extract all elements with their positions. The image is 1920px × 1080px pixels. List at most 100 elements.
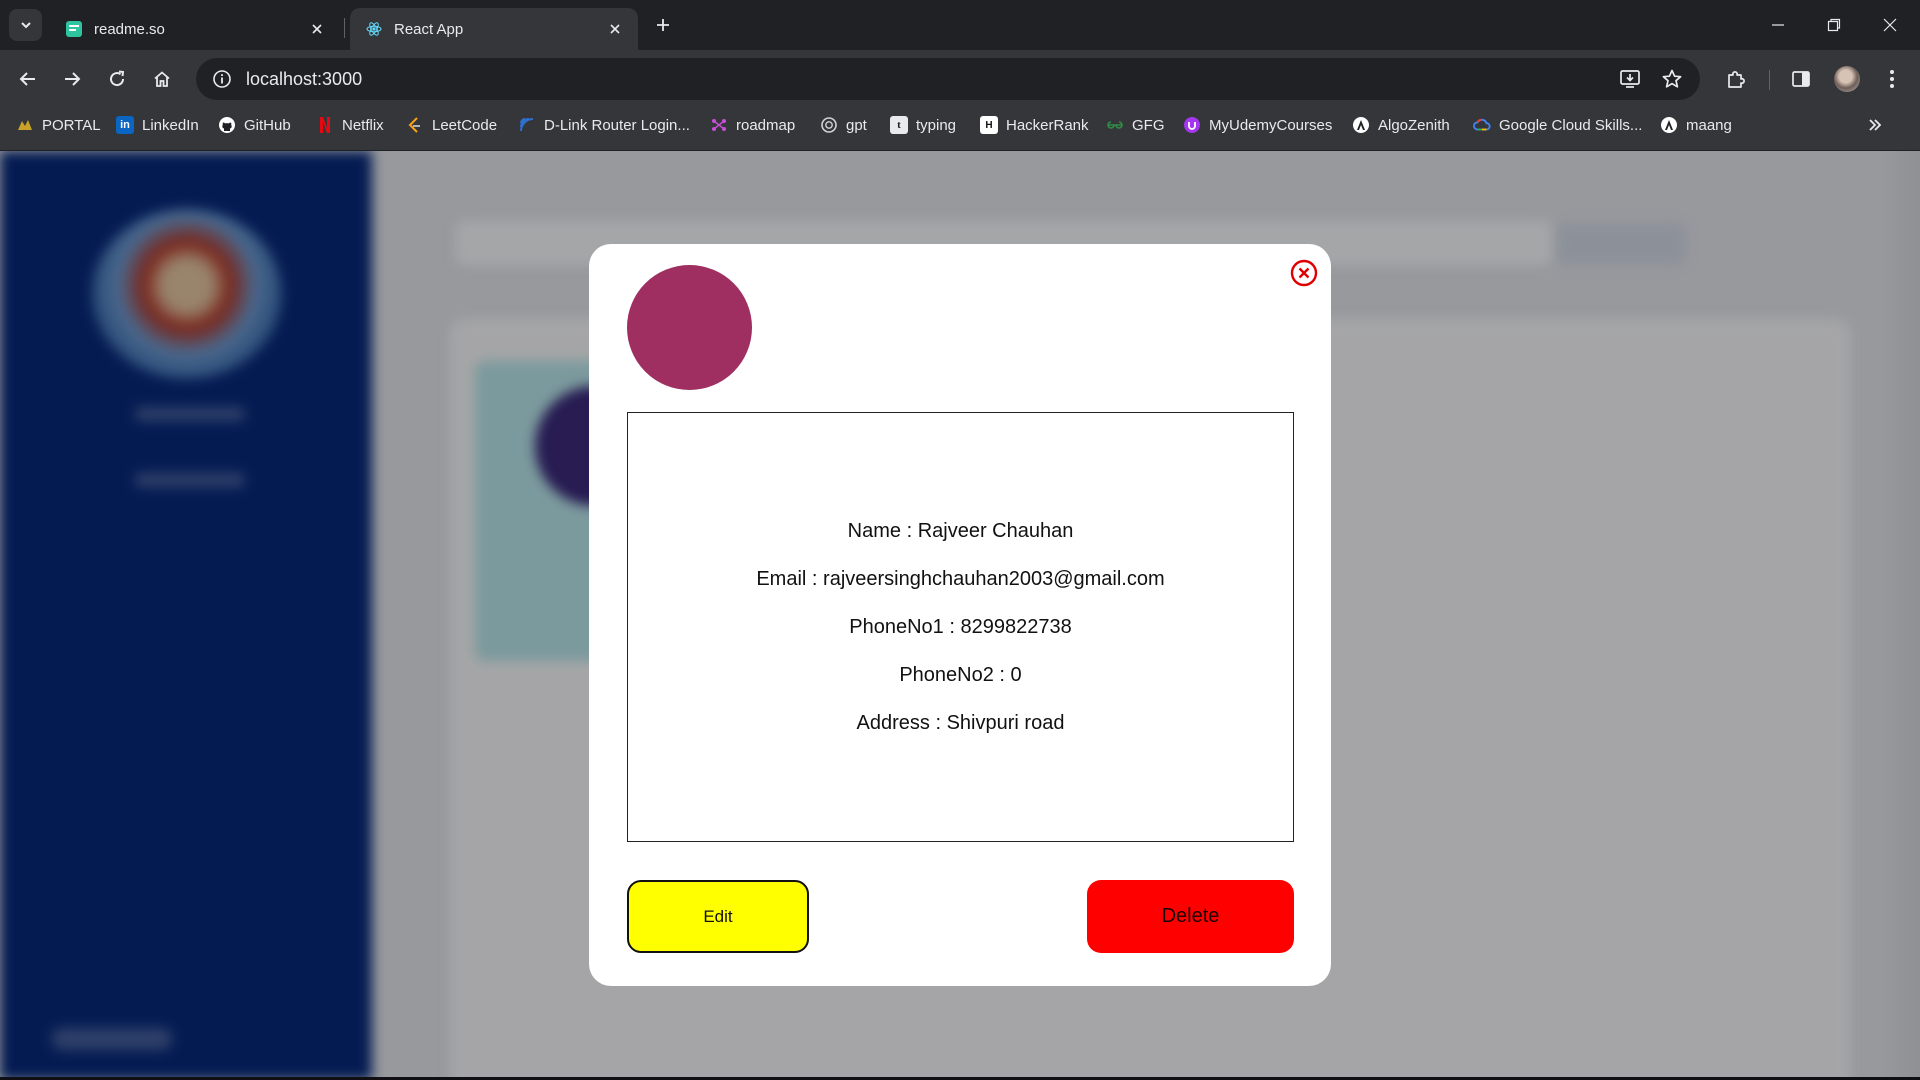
star-icon: [1662, 69, 1682, 88]
delete-button[interactable]: Delete: [1087, 880, 1294, 953]
hackerrank-icon: H: [980, 116, 998, 134]
toolbar-separator: [1769, 70, 1770, 90]
portal-icon: [16, 116, 34, 134]
reload-button[interactable]: [99, 61, 135, 97]
bookmark-label: typing: [916, 116, 957, 134]
bookmark-label: gpt: [846, 116, 867, 134]
site-info-button[interactable]: [202, 58, 242, 100]
bookmark-github[interactable]: GitHub: [218, 108, 291, 142]
netflix-icon: [316, 116, 334, 134]
more-bookmarks-button[interactable]: [1862, 112, 1888, 138]
bookmark-udemy[interactable]: MyUdemyCourses: [1183, 108, 1332, 142]
close-tab-icon[interactable]: [306, 18, 328, 40]
bookmark-dlink[interactable]: D-Link Router Login...: [518, 108, 690, 142]
close-window-button[interactable]: [1862, 0, 1918, 50]
tab-readme[interactable]: readme.so: [50, 8, 340, 50]
contact-details-box: Name : Rajveer Chauhan Email : rajveersi…: [627, 412, 1294, 842]
gfg-icon: [1106, 116, 1124, 134]
algozenith-icon: [1352, 116, 1370, 134]
bookmark-label: LeetCode: [432, 116, 498, 134]
arrow-right-icon: [65, 72, 81, 86]
dlink-icon: [518, 116, 536, 134]
udemy-icon: [1183, 116, 1201, 134]
bookmark-label: D-Link Router Login...: [544, 116, 690, 134]
arrow-left-icon: [19, 72, 35, 86]
bookmark-roadmap[interactable]: roadmap: [710, 108, 795, 142]
close-modal-button[interactable]: [1289, 258, 1319, 288]
detail-value: rajveersinghchauhan2003@gmail.com: [823, 568, 1165, 590]
edit-button[interactable]: Edit: [627, 880, 809, 953]
detail-label: PhoneNo1: [849, 616, 944, 638]
chevron-down-icon: [20, 22, 31, 29]
tab-search-button[interactable]: [9, 9, 42, 41]
bookmark-google-cloud[interactable]: Google Cloud Skills...: [1473, 108, 1642, 142]
contact-details-modal: Name : Rajveer Chauhan Email : rajveersi…: [589, 244, 1331, 986]
profile-button[interactable]: [1829, 61, 1865, 97]
tab-react-app[interactable]: React App: [350, 8, 638, 50]
bookmark-label: maang: [1686, 116, 1732, 134]
side-panel-icon: [1792, 71, 1810, 87]
bookmark-label: PORTAL: [42, 116, 101, 134]
bookmark-netflix[interactable]: Netflix: [316, 108, 384, 142]
browser-menu-button[interactable]: [1874, 61, 1910, 97]
plus-icon: [657, 19, 669, 31]
bookmark-label: Netflix: [342, 116, 384, 134]
restore-icon: [1827, 18, 1841, 32]
bookmark-typing[interactable]: t typing: [890, 108, 956, 142]
leetcode-icon: [406, 116, 424, 134]
tab-title: readme.so: [94, 20, 165, 38]
detail-value: Shivpuri road: [946, 712, 1065, 734]
detail-value: 8299822738: [960, 616, 1072, 638]
tab-separator: [344, 18, 345, 38]
browser-toolbar: localhost:3000: [0, 50, 1920, 108]
bookmark-gfg[interactable]: GFG: [1106, 108, 1165, 142]
bookmark-label: HackerRank: [1006, 116, 1089, 134]
side-panel-button[interactable]: [1783, 61, 1819, 97]
install-icon: [1620, 70, 1640, 88]
readme-icon: [66, 21, 82, 37]
home-button[interactable]: [144, 61, 180, 97]
tab-strip: readme.so React App: [0, 0, 1920, 50]
info-icon: [213, 70, 231, 88]
minimize-button[interactable]: [1750, 0, 1806, 50]
bookmark-star-button[interactable]: [1654, 58, 1690, 100]
detail-name: Name : Rajveer Chauhan: [847, 520, 1074, 542]
bookmark-label: MyUdemyCourses: [1209, 116, 1333, 134]
close-icon: [1883, 18, 1897, 32]
address-bar[interactable]: localhost:3000: [196, 58, 1700, 100]
bookmark-gpt[interactable]: gpt: [820, 108, 867, 142]
linkedin-icon: in: [116, 116, 134, 134]
bookmark-label: GFG: [1132, 116, 1165, 134]
address-text: localhost:3000: [246, 68, 363, 89]
install-app-button[interactable]: [1612, 58, 1648, 100]
detail-value: 0: [1010, 664, 1022, 686]
bookmark-linkedin[interactable]: in LinkedIn: [116, 108, 199, 142]
detail-phone2: PhoneNo2 : 0: [899, 664, 1022, 686]
gpt-icon: [820, 116, 838, 134]
bookmark-portal[interactable]: PORTAL: [16, 108, 101, 142]
tab-title: React App: [394, 20, 464, 38]
detail-address: Address : Shivpuri road: [856, 712, 1065, 734]
close-circle-icon: [1290, 259, 1318, 287]
forward-button[interactable]: [54, 61, 90, 97]
page-viewport: Name : Rajveer Chauhan Email : rajveersi…: [0, 151, 1920, 1080]
bookmark-hackerrank[interactable]: H HackerRank: [980, 108, 1089, 142]
extensions-button[interactable]: [1718, 61, 1754, 97]
github-icon: [218, 116, 236, 134]
new-tab-button[interactable]: [650, 12, 676, 38]
restore-button[interactable]: [1806, 0, 1862, 50]
avatar: [1834, 66, 1860, 92]
bookmark-label: AlgoZenith: [1378, 116, 1450, 134]
bookmark-label: Google Cloud Skills...: [1499, 116, 1643, 134]
bookmark-label: GitHub: [244, 116, 291, 134]
detail-email: Email : rajveersinghchauhan2003@gmail.co…: [756, 568, 1165, 590]
home-icon: [154, 71, 170, 87]
bookmark-leetcode[interactable]: LeetCode: [406, 108, 497, 142]
contact-avatar: [627, 265, 752, 390]
close-tab-icon[interactable]: [604, 18, 626, 40]
bookmark-algozenith[interactable]: AlgoZenith: [1352, 108, 1450, 142]
back-button[interactable]: [10, 61, 46, 97]
minimize-icon: [1772, 24, 1784, 26]
bookmark-maang[interactable]: maang: [1660, 108, 1732, 142]
detail-label: Name: [847, 520, 902, 542]
